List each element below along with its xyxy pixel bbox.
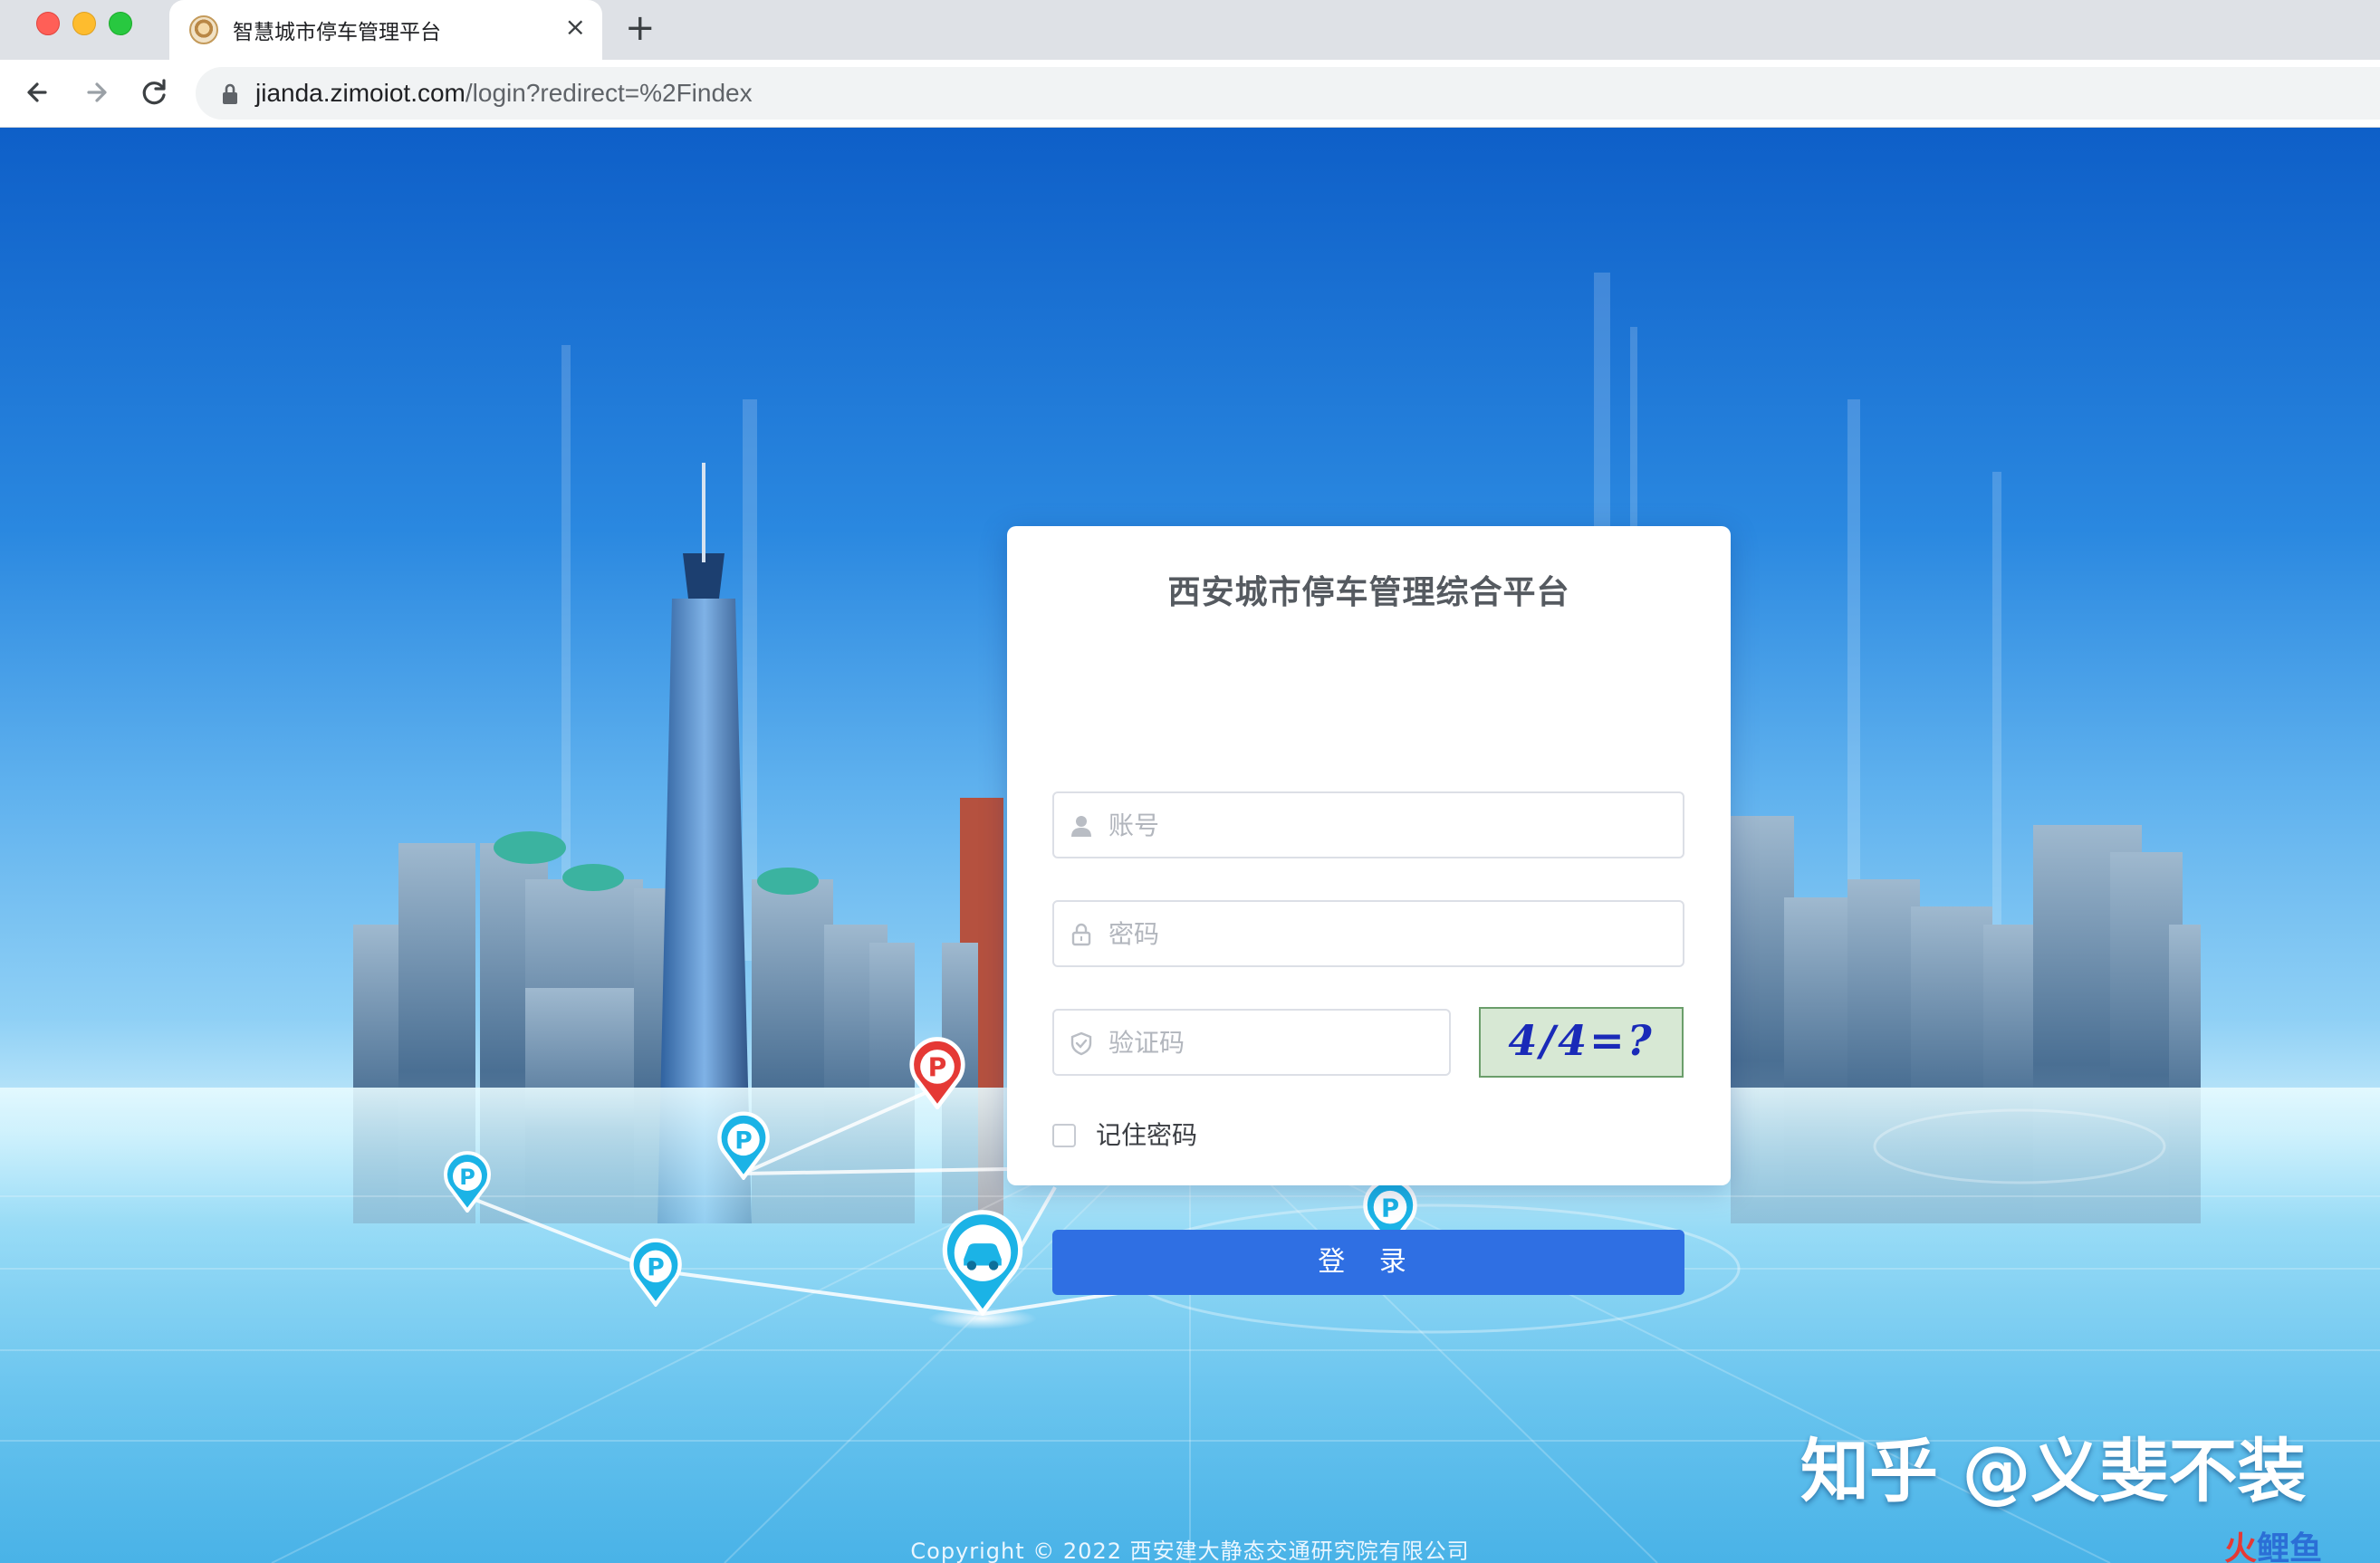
- password-input[interactable]: [1108, 902, 1665, 965]
- parking-marker-icon: P: [717, 1111, 770, 1180]
- captcha-field[interactable]: [1052, 1009, 1451, 1076]
- window-minimize-button[interactable]: [72, 12, 96, 35]
- username-field[interactable]: [1052, 791, 1684, 858]
- username-input[interactable]: [1108, 793, 1665, 857]
- back-arrow-icon[interactable]: [18, 72, 58, 112]
- lock-icon[interactable]: [219, 82, 241, 106]
- parking-marker-icon: P: [444, 1151, 491, 1213]
- address-url: jianda.zimoiot.com/login?redirect=%2Find…: [255, 79, 753, 108]
- url-path: /login?redirect=%2Findex: [465, 79, 753, 107]
- parking-marker-label: P: [734, 1127, 752, 1155]
- copyright-footer: Copyright © 2022 西安建大静态交通研究院有限公司: [910, 1539, 1470, 1563]
- window-close-button[interactable]: [36, 12, 60, 35]
- captcha-input[interactable]: [1108, 1011, 1431, 1074]
- captcha-image[interactable]: 4/4=?: [1479, 1007, 1684, 1078]
- tab-title: 智慧城市停车管理平台: [233, 21, 441, 44]
- site-favicon-icon: [189, 15, 218, 44]
- shield-check-icon: [1070, 1031, 1092, 1056]
- login-page: P P P P P 西安城市停车管理综合平台 账号 验证码 4/4=? 记住密码…: [0, 128, 2380, 1563]
- reload-icon[interactable]: [134, 72, 174, 112]
- parking-marker-label: P: [647, 1253, 664, 1281]
- window-maximize-button[interactable]: [109, 12, 132, 35]
- browser-tab-bar: 智慧城市停车管理平台 × +: [0, 0, 2380, 60]
- forward-arrow-icon[interactable]: [76, 72, 116, 112]
- new-tab-button[interactable]: +: [625, 7, 656, 49]
- tab-close-icon[interactable]: ×: [565, 13, 586, 42]
- parking-marker-label: P: [1381, 1194, 1399, 1223]
- remember-label: 记住密码: [1096, 1120, 1198, 1150]
- remember-checkbox[interactable]: [1052, 1124, 1076, 1147]
- zhihu-watermark: 知乎 @义斐不装: [1800, 1431, 2307, 1511]
- parking-marker-label: P: [459, 1165, 475, 1190]
- password-field[interactable]: [1052, 900, 1684, 967]
- captcha-text: 4/4=?: [1508, 1016, 1655, 1065]
- parking-marker-label: P: [928, 1053, 947, 1083]
- browser-toolbar: jianda.zimoiot.com/login?redirect=%2Find…: [0, 60, 2380, 128]
- parking-marker-icon: P: [629, 1238, 682, 1307]
- address-bar[interactable]: jianda.zimoiot.com/login?redirect=%2Find…: [196, 67, 2380, 120]
- login-button[interactable]: 登 录: [1052, 1230, 1684, 1295]
- page-title: 西安城市停车管理综合平台: [1167, 574, 1570, 611]
- browser-tab[interactable]: 智慧城市停车管理平台 ×: [169, 0, 602, 60]
- parking-marker-red-icon: P: [909, 1037, 965, 1109]
- login-card: 西安城市停车管理综合平台 4/4=?: [1007, 526, 1731, 1295]
- user-icon: [1071, 816, 1091, 837]
- url-host: jianda.zimoiot.com: [255, 79, 465, 107]
- car-marker-icon: [942, 1210, 1023, 1316]
- lock-icon: [1071, 923, 1091, 946]
